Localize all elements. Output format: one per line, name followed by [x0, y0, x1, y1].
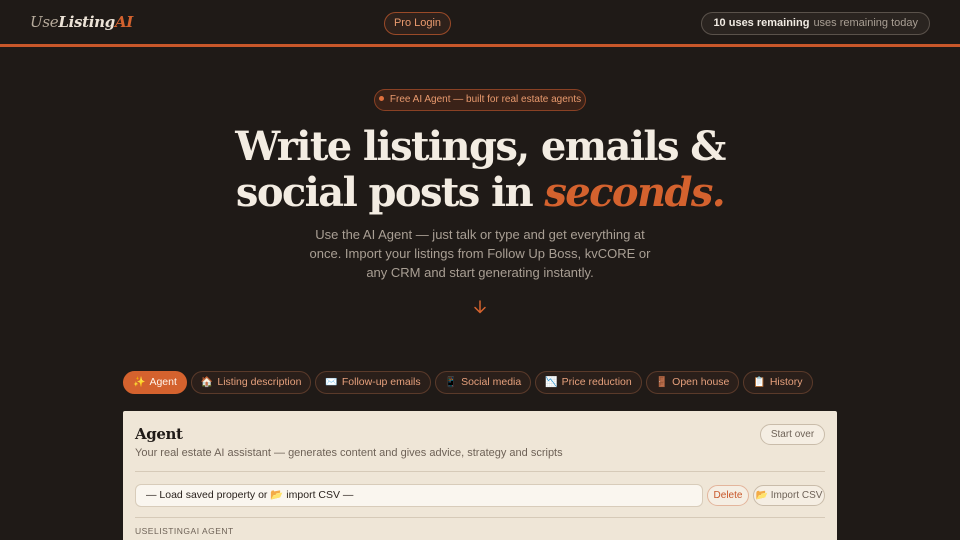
uses-count: 10 uses remaining: [713, 17, 810, 29]
tab-label: Price reduction: [561, 376, 632, 388]
logo[interactable]: UseListingAI: [30, 13, 133, 31]
hero-title-line2: social posts in seconds.: [0, 170, 960, 216]
tab-agent[interactable]: ✨ Agent: [123, 371, 187, 394]
pro-login-button[interactable]: Pro Login: [384, 12, 451, 35]
tab-social-media[interactable]: 📱 Social media: [434, 371, 532, 394]
tab-label: Follow-up emails: [341, 376, 421, 388]
uses-remaining-badge: 10 uses remaining uses remaining today: [701, 12, 930, 35]
phone-icon: 📱: [444, 377, 458, 388]
logo-part-listing: Listing: [58, 13, 115, 31]
hero-title: Write listings, emails & social posts in…: [0, 124, 960, 216]
clipboard-icon: 📋: [753, 377, 766, 388]
divider: [135, 471, 825, 472]
import-csv-button[interactable]: 📂 Import CSV: [753, 485, 825, 506]
sparkles-icon: ✨: [133, 377, 146, 388]
tab-follow-up-emails[interactable]: ✉️ Follow-up emails: [315, 371, 431, 394]
badge-text: Free AI Agent — built for real estate ag…: [389, 94, 582, 105]
tab-label: Social media: [461, 376, 522, 388]
logo-part-ai: AI: [114, 13, 134, 31]
chart-down-icon: 📉: [545, 377, 558, 388]
agent-section-label: USELISTINGAI AGENT: [135, 526, 234, 536]
arrow-down-icon[interactable]: [472, 299, 488, 315]
start-over-button[interactable]: Start over: [760, 424, 825, 445]
tab-listing-description[interactable]: 🏠 Listing description: [190, 371, 312, 394]
hero-title-accent: seconds.: [544, 169, 725, 216]
saved-property-select[interactable]: — Load saved property or 📂 import CSV —: [135, 484, 703, 507]
tab-price-reduction[interactable]: 📉 Price reduction: [535, 371, 642, 394]
divider: [135, 517, 825, 518]
tool-tabs: ✨ Agent 🏠 Listing description ✉️ Follow-up …: [123, 371, 813, 394]
panel-title: Agent: [135, 425, 183, 443]
agent-panel: Agent Your real estate AI assistant — ge…: [123, 411, 837, 540]
door-icon: 🚪: [655, 377, 669, 388]
tab-label: History: [769, 376, 803, 388]
hero-title-line1: Write listings, emails &: [235, 123, 726, 170]
hero-badge: Free AI Agent — built for real estate ag…: [374, 89, 586, 111]
tab-label: Open house: [672, 376, 730, 388]
hero-title-line2-prefix: social posts in: [235, 169, 545, 216]
top-bar: UseListingAI Pro Login 10 uses remaining…: [0, 0, 960, 47]
tab-history[interactable]: 📋 History: [743, 371, 813, 394]
logo-part-use: Use: [30, 13, 59, 31]
delete-button[interactable]: Delete: [707, 485, 749, 506]
badge-dot-icon: [378, 95, 384, 101]
envelope-icon: ✉️: [325, 377, 338, 388]
panel-description: Your real estate AI assistant — generate…: [135, 447, 563, 459]
uses-suffix: uses remaining today: [813, 17, 918, 29]
tab-label: Listing description: [217, 376, 302, 388]
house-icon: 🏠: [200, 377, 214, 388]
tab-open-house[interactable]: 🚪 Open house: [645, 371, 740, 394]
tab-label: Agent: [149, 376, 177, 388]
hero-subtitle: Use the AI Agent — just talk or type and…: [309, 227, 651, 280]
